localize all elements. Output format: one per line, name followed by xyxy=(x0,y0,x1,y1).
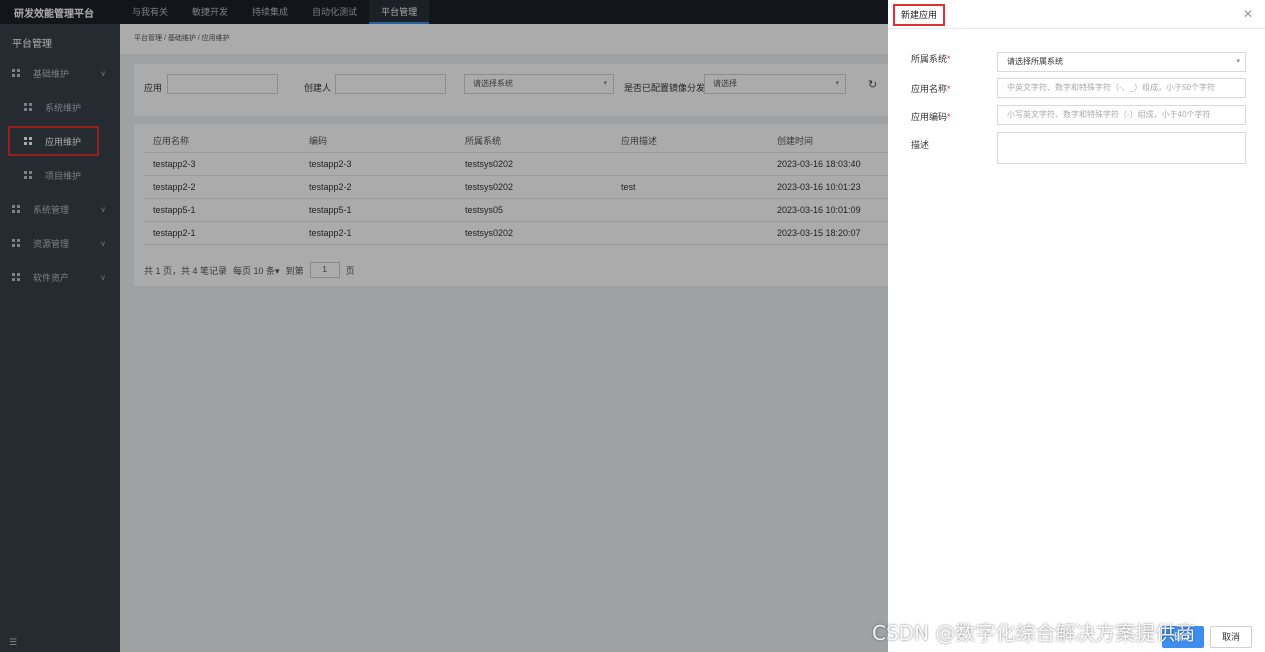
desc-field-label: 描述 xyxy=(911,140,930,150)
system-select-value: 请选择所属系统 xyxy=(1007,57,1063,66)
modal-overlay[interactable] xyxy=(0,0,888,652)
code-field-label: 应用编码* xyxy=(911,110,951,123)
name-field-label: 应用名称* xyxy=(911,82,951,95)
app-name-input[interactable]: 中英文字符、数字和特殊字符（-、_）组成，小于50个字符 xyxy=(997,78,1246,98)
required-mark: * xyxy=(947,112,951,122)
new-app-drawer: 新建应用 ✕ 所属系统* 请选择所属系统 ▾ 应用名称* 中英文字符、数字和特殊… xyxy=(888,0,1265,652)
app-code-input[interactable]: 小写英文字符、数字和特殊字符（-）组成，小于40个字符 xyxy=(997,105,1246,125)
drawer-title: 新建应用 xyxy=(893,4,946,26)
cancel-button[interactable]: 取消 xyxy=(1210,626,1252,648)
required-mark: * xyxy=(947,84,951,94)
description-textarea[interactable] xyxy=(997,132,1246,164)
system-select[interactable]: 请选择所属系统 ▾ xyxy=(997,52,1246,72)
close-icon[interactable]: ✕ xyxy=(1243,7,1253,21)
system-field-label: 所属系统* xyxy=(911,52,951,65)
code-field-label-text: 应用编码 xyxy=(911,112,948,122)
dropdown-arrow-icon: ▾ xyxy=(1236,58,1240,65)
system-field-label-text: 所属系统 xyxy=(911,54,948,64)
csdn-watermark: CSDN @数字化综合解决方案提供商 xyxy=(872,621,1196,645)
required-mark: * xyxy=(947,54,951,64)
drawer-header: 新建应用 ✕ xyxy=(888,0,1265,29)
name-field-label-text: 应用名称 xyxy=(911,84,948,94)
